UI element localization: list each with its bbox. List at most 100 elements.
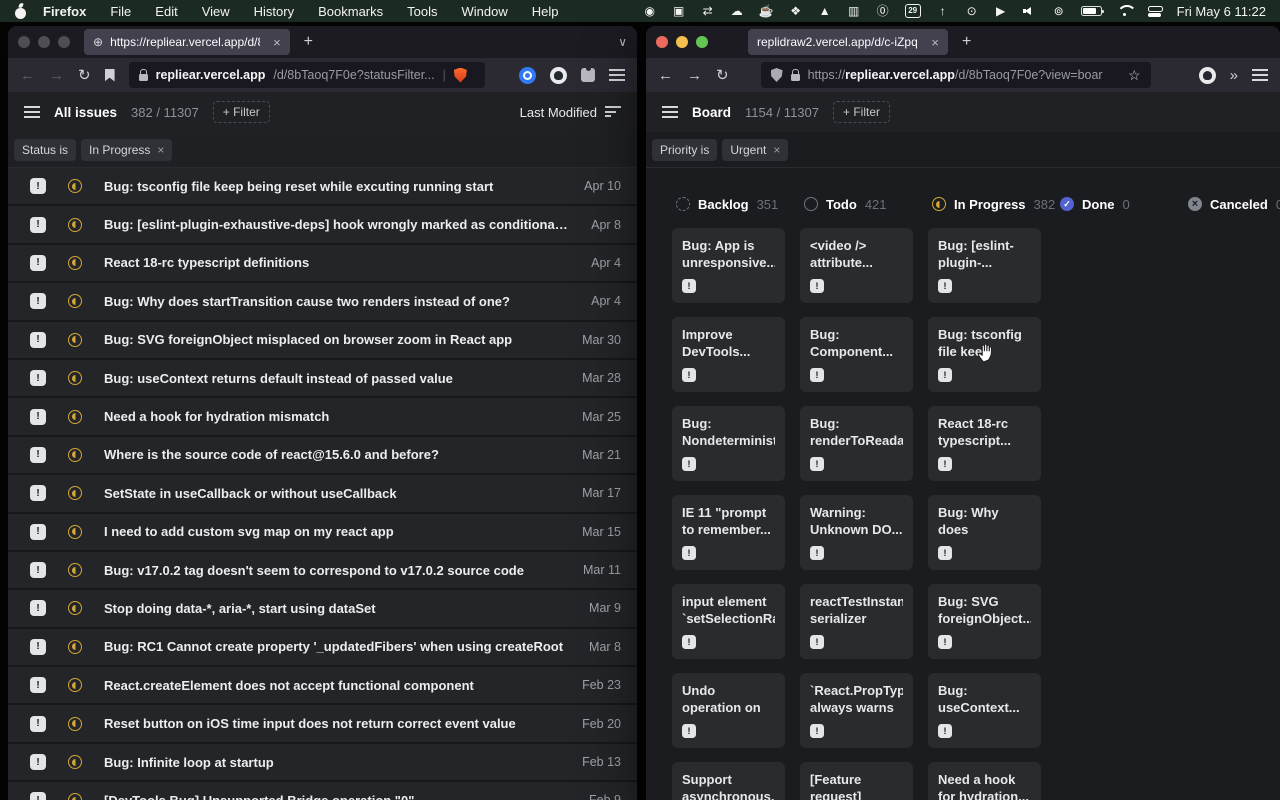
extensions-puzzle-icon[interactable] [581,68,595,82]
issue-row[interactable]: ! Reset button on iOS time input does no… [8,705,637,743]
urgent-priority-icon[interactable]: ! [810,457,824,471]
urgent-priority-icon[interactable]: ! [30,639,46,655]
tracking-protection-shield-icon[interactable] [771,68,783,82]
urgent-priority-icon[interactable]: ! [30,792,46,800]
in-progress-status-icon[interactable] [68,333,82,347]
urgent-priority-icon[interactable]: ! [30,178,46,194]
bookmark-sidebar-icon[interactable] [105,69,115,82]
board-card[interactable]: Support asynchronous... ! [672,762,785,800]
close-window-button[interactable] [18,36,30,48]
menu-item[interactable]: Window [462,4,508,19]
in-progress-status-icon[interactable] [68,256,82,270]
onepassword-icon[interactable]: ⓪ [876,4,890,19]
issue-row[interactable]: ! React 18-rc typescript definitions Apr… [8,245,637,283]
user-switch-icon[interactable] [1148,6,1162,17]
wifi-icon[interactable] [1117,5,1133,17]
in-progress-status-icon[interactable] [68,717,82,731]
cloud-icon[interactable]: ☁ [730,4,744,19]
url-bar[interactable]: repliear.vercel.app /d/8bTaoq7F0e?status… [129,62,485,88]
assistant-icon[interactable]: ⊚ [1052,4,1066,19]
board-card[interactable]: Bug: Nondeterminist. ! [672,406,785,481]
in-progress-status-icon[interactable] [68,448,82,462]
urgent-priority-icon[interactable]: ! [30,600,46,616]
github-extension-icon[interactable] [550,67,567,84]
onepassword-extension-icon[interactable] [519,67,536,84]
menubar-clock[interactable]: Fri May 6 11:22 [1177,4,1266,19]
in-progress-status-icon[interactable] [68,410,82,424]
browser-tab[interactable]: replidraw2.vercel.app/d/c-iZpq × [748,29,948,55]
menu-item[interactable]: Edit [155,4,177,19]
urgent-priority-icon[interactable]: ! [810,724,824,738]
menu-item[interactable]: Help [532,4,559,19]
chip-close-icon[interactable]: × [157,143,164,157]
dropbox-icon[interactable]: ❖ [789,4,803,19]
forward-button[interactable]: → [687,68,702,83]
board-card[interactable]: Bug: tsconfig file keep bein... ! [928,317,1041,392]
in-progress-status-icon[interactable] [68,179,82,193]
board-card[interactable]: `React.PropTypes` always warns ab ! [800,673,913,748]
urgent-priority-icon[interactable]: ! [810,546,824,560]
reload-button[interactable]: ↻ [716,68,729,83]
bookmark-star-icon[interactable]: ☆ [1128,68,1141,82]
urgent-priority-icon[interactable]: ! [30,524,46,540]
zoom-window-button[interactable] [58,36,70,48]
filter-chip[interactable]: Urgent × [722,139,788,161]
board-card[interactable]: Bug: Why does startTransitio... ! [928,495,1041,570]
board-card[interactable]: Undo operation on text input... ! [672,673,785,748]
filter-chip[interactable]: Priority is × [652,139,717,161]
board-card[interactable]: Bug: renderToReadab ! [800,406,913,481]
battery-icon[interactable] [1081,6,1102,16]
urgent-priority-icon[interactable]: ! [938,724,952,738]
urgent-priority-icon[interactable]: ! [30,485,46,501]
urgent-priority-icon[interactable]: ! [30,562,46,578]
board-card[interactable]: React 18-rc typescript... ! [928,406,1041,481]
urgent-priority-icon[interactable]: ! [682,546,696,560]
reload-button[interactable]: ↻ [78,68,91,83]
urgent-priority-icon[interactable]: ! [810,368,824,382]
in-progress-status-icon[interactable] [68,601,82,615]
issue-row[interactable]: ! Bug: tsconfig file keep being reset wh… [8,168,637,206]
window-controls[interactable] [656,36,708,48]
urgent-priority-icon[interactable]: ! [30,677,46,693]
board-card[interactable]: Bug: useContext... ! [928,673,1041,748]
issue-row[interactable]: ! Bug: useContext returns default instea… [8,360,637,398]
triangle-app-icon[interactable]: ▲ [818,4,832,19]
window-controls[interactable] [18,36,70,48]
browser-tab[interactable]: ⊕ https://repliear.vercel.app/d/8b × [84,29,290,55]
issue-row[interactable]: ! Bug: v17.0.2 tag doesn't seem to corre… [8,552,637,590]
urgent-priority-icon[interactable]: ! [30,754,46,770]
board-card[interactable]: input element `setSelectionRa ! [672,584,785,659]
browser-menu-icon[interactable] [1252,69,1268,81]
board-card[interactable]: Warning: Unknown DO... ! [800,495,913,570]
urgent-priority-icon[interactable]: ! [810,635,824,649]
in-progress-status-icon[interactable] [68,371,82,385]
urgent-priority-icon[interactable]: ! [938,635,952,649]
urgent-priority-icon[interactable]: ! [938,546,952,560]
urgent-priority-icon[interactable]: ! [682,457,696,471]
issue-row[interactable]: ! Bug: Why does startTransition cause tw… [8,283,637,321]
menu-item[interactable]: Tools [407,4,437,19]
zoom-window-button[interactable] [696,36,708,48]
in-progress-status-icon[interactable] [68,640,82,654]
play-icon[interactable]: ▶ [994,4,1008,19]
menu-item[interactable]: History [254,4,294,19]
menu-item[interactable]: File [110,4,131,19]
urgent-priority-icon[interactable]: ! [938,457,952,471]
in-progress-status-icon[interactable] [68,525,82,539]
apple-menu-icon[interactable] [14,4,27,19]
tab-close-icon[interactable]: × [931,35,939,50]
layout-columns-icon[interactable]: ▥ [847,4,861,19]
urgent-priority-icon[interactable]: ! [938,368,952,382]
new-tab-button[interactable]: + [304,33,313,51]
board-card[interactable]: IE 11 "prompt to remember... ! [672,495,785,570]
filter-chip[interactable]: In Progress × [81,139,172,161]
urgent-priority-icon[interactable]: ! [938,279,952,293]
urgent-priority-icon[interactable]: ! [30,370,46,386]
add-filter-button[interactable]: + Filter [833,101,890,123]
new-tab-button[interactable]: + [962,33,971,51]
urgent-priority-icon[interactable]: ! [30,217,46,233]
power-icon[interactable]: ⊙ [965,4,979,19]
issue-row[interactable]: ! [DevTools Bug] Unsupported Bridge oper… [8,782,637,800]
urgent-priority-icon[interactable]: ! [30,332,46,348]
volume-icon[interactable] [1023,6,1037,17]
